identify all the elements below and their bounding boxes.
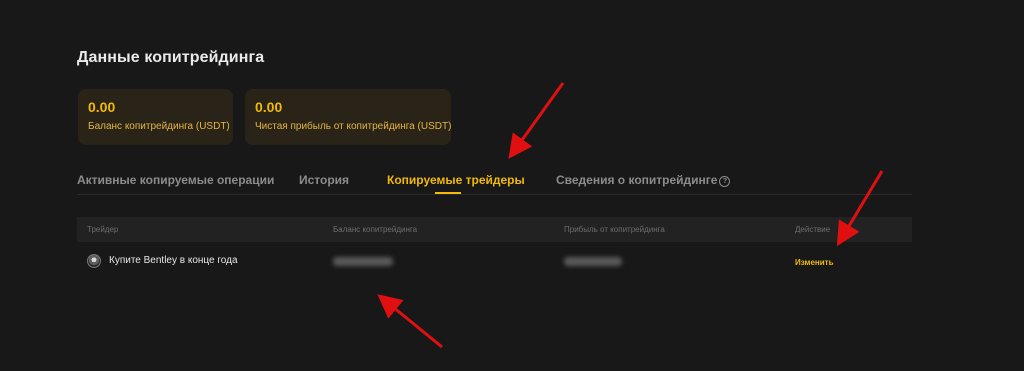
copy-trading-page: Данные копитрейдинга 0.00 Баланс копитре… — [0, 0, 1024, 371]
page-title: Данные копитрейдинга — [77, 49, 265, 66]
annotation-arrow-tabs — [508, 82, 565, 159]
trader-name[interactable]: Купите Bentley в конце года — [109, 255, 238, 266]
net-profit-card: 0.00 Чистая прибыль от копитрейдинга (US… — [245, 89, 451, 145]
tab-copy-trading-info[interactable]: Сведения о копитрейдинге? — [556, 173, 731, 187]
balance-card: 0.00 Баланс копитрейдинга (USDT) — [78, 89, 233, 145]
active-tab-indicator — [435, 192, 461, 194]
tab-copy-trading-info-label: Сведения о копитрейдинге — [556, 173, 718, 187]
annotation-arrow-balance — [377, 294, 443, 349]
header-trader: Трейдер — [87, 225, 119, 234]
help-icon: ? — [719, 176, 731, 187]
header-action: Действие — [795, 225, 831, 234]
tab-active-copy-trades[interactable]: Активные копируемые операции — [77, 173, 274, 187]
table-header: Трейдер Баланс копитрейдинга Прибыль от … — [77, 217, 912, 242]
tab-bar: Активные копируемые операции История Коп… — [77, 166, 912, 195]
balance-value: 0.00 — [88, 99, 116, 115]
blurred-balance-value — [333, 257, 393, 266]
tab-history[interactable]: История — [299, 173, 349, 187]
blurred-profit-value — [564, 257, 622, 266]
net-profit-value: 0.00 — [255, 99, 283, 115]
header-copy-profit: Прибыль от копитрейдинга — [564, 225, 665, 234]
net-profit-label: Чистая прибыль от копитрейдинга (USDT) — [255, 121, 452, 132]
tab-copied-traders[interactable]: Копируемые трейдеры — [387, 173, 525, 187]
table-row: Купите Bentley в конце года Изменить — [77, 248, 912, 274]
balance-label: Баланс копитрейдинга (USDT) — [88, 121, 230, 132]
header-copy-balance: Баланс копитрейдинга — [333, 225, 418, 234]
edit-button[interactable]: Изменить — [795, 258, 833, 267]
trader-avatar[interactable] — [87, 254, 101, 268]
